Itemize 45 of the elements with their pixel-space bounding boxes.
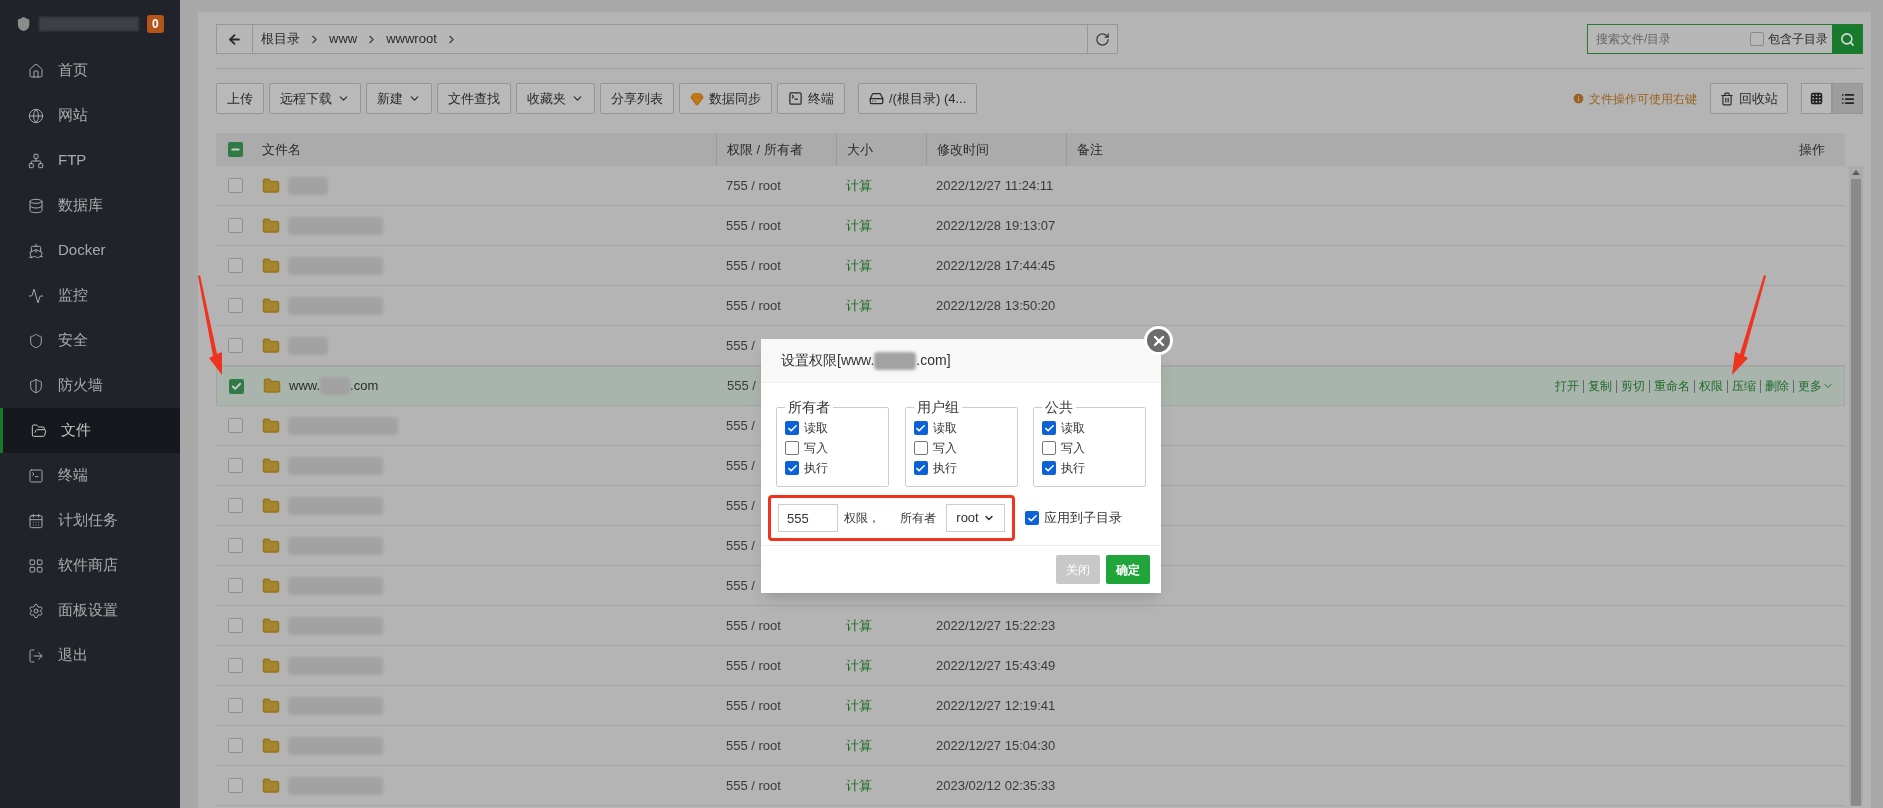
table-cell-text: 555 / root: [726, 296, 781, 315]
table-cell: 2022/12/28 19:13:07: [936, 217, 1056, 233]
group-title: 所有者: [787, 398, 831, 417]
table-cell-text: 755 / root: [726, 176, 781, 195]
table-cell-text: 555 / root: [726, 656, 781, 675]
group-title: 用户组: [915, 398, 960, 417]
dialog-title: 设置权限[www.: [781, 351, 875, 370]
table-cell: 2022/12/28 17:44:45: [936, 257, 1056, 273]
table-cell: 2022/12/27 15:04:30: [936, 737, 1056, 753]
checkbox-label: 读取: [932, 420, 957, 437]
checkbox-label: 应用到子目录: [1044, 509, 1122, 528]
checkbox-label: 包含子目录: [1768, 31, 1828, 48]
notification-badge: 0: [146, 15, 164, 33]
table-cell-text: 555 / root: [726, 696, 781, 715]
checkbox-label: 读取: [1061, 420, 1085, 437]
table-cell: 2022/12/27 15:22:23: [936, 617, 1056, 633]
table-cell: 2022/12/27 11:24:11: [936, 177, 1054, 193]
table-cell-text: 555 / root: [726, 736, 781, 755]
hint-text: 文件操作可使用右键: [1572, 89, 1697, 108]
table-cell-text: 555 /: [726, 576, 755, 595]
table-cell-text: 555 /: [726, 456, 755, 475]
checkbox-label: 写入: [804, 440, 828, 457]
table-cell: 2022/12/28 13:50:20: [936, 297, 1056, 313]
table-cell-text: 555 /: [726, 496, 755, 515]
table-cell: 2023/02/12 02:35:33: [936, 777, 1056, 793]
checkbox-label: 执行: [932, 460, 957, 477]
checkbox-label: 读取: [804, 420, 828, 437]
table-cell-text: 555 / root: [726, 616, 781, 635]
field-label: 权限，: [844, 510, 880, 527]
table-cell-text: 555 / root: [726, 216, 781, 235]
group-title: 公共: [1044, 398, 1074, 417]
table-cell: 2022/12/27 12:19:41: [936, 697, 1056, 713]
table-cell-text: 555 / root: [726, 256, 781, 275]
checkbox-label: 执行: [1061, 460, 1085, 477]
table-cell-text: 555 /: [726, 536, 755, 555]
table-cell-text: 555 / root: [726, 776, 781, 795]
table-cell-text: 555 /: [726, 416, 755, 435]
table-cell-text: 555 /: [726, 336, 755, 355]
field-label: 所有者: [900, 510, 936, 527]
checkbox-label: 执行: [804, 460, 828, 477]
checkbox-label: 写入: [1061, 440, 1085, 457]
table-cell: 2022/12/27 15:43:49: [936, 657, 1056, 673]
checkbox-label: 写入: [932, 440, 957, 457]
table-cell-text: 555 /: [727, 377, 756, 396]
dialog-title: .com]: [916, 351, 951, 370]
